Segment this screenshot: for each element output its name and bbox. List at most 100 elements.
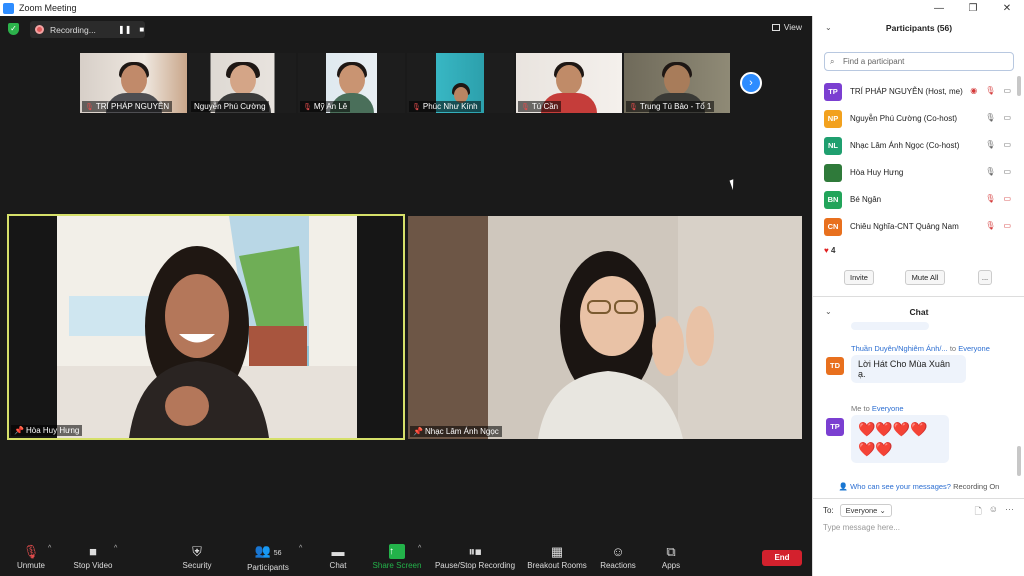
muted-mic-icon: 🎙 [85,103,94,111]
participant-nametag: 🎙 Tú Cần [518,101,562,112]
muted-mic-icon: 🎙 [303,103,312,111]
avatar: NP [824,109,842,128]
pin-icon: 📌 [14,426,24,435]
audio-options-caret-icon[interactable]: ^ [48,545,51,552]
mic-icon: 🎙 [985,167,996,176]
grid-view-icon [771,23,780,31]
security-button[interactable]: ⛨ Security [178,538,216,576]
active-speaker-video[interactable]: 📌 Hòa Huy Hưng [7,214,405,440]
emoji-icon[interactable]: ☺ [989,504,998,520]
reactions-label: Reactions [600,561,636,570]
chevron-down-icon: ⌄ [879,506,886,515]
participant-row[interactable]: TP TRÍ PHÁP NGUYỄN (Host, me) ◉ 🎙 ▭ [813,78,1024,105]
participants-scrollbar[interactable] [1017,76,1021,96]
unmute-button[interactable]: 🎙 Unmute [13,538,49,576]
pause-recording-button[interactable]: ❚❚ [118,25,131,34]
window-title: Zoom Meeting [19,3,77,13]
more-icon[interactable]: ⋯ [1005,504,1014,520]
chat-bubble-icon: ▬ [331,544,345,559]
avatar [824,163,842,182]
recipient-select-value: Everyone [845,506,878,515]
security-label: Security [182,561,212,570]
reactions-smiley-icon: ☺ [611,544,625,559]
recipient-select[interactable]: Everyone ⌄ [839,504,892,517]
participant-name: Bé Ngân [850,195,882,204]
unmute-label: Unmute [16,561,45,570]
video-thumbnail[interactable]: 🎙 TRÍ PHÁP NGUYỄN [80,53,187,113]
file-icon[interactable]: 🗋 [975,504,982,520]
avatar: TD [826,357,844,375]
encryption-shield-icon[interactable]: ✓ [8,23,19,35]
next-page-arrow-icon[interactable]: › [740,72,762,94]
participant-name: Trung Tú Bảo - Tổ 1 [639,102,712,111]
video-thumbnail[interactable]: 🎙 Mỹ An Lê [298,53,405,113]
chat-recipient[interactable]: Everyone [872,404,904,413]
end-meeting-button[interactable]: End [762,550,802,566]
chat-privacy-notice[interactable]: 👤 Who can see your messages? Recording O… [813,482,1024,491]
panel-divider [813,296,1024,297]
participant-nametag: 📌 Nhạc Lâm Ánh Ngọc [410,426,502,437]
share-options-caret-icon[interactable]: ^ [418,545,421,552]
chat-recipient[interactable]: Everyone [958,344,990,353]
person-face [229,65,256,95]
chat-button[interactable]: ▬ Chat [323,538,353,576]
avatar: BN [824,190,842,209]
participant-search-input[interactable]: ⌕ Find a participant [824,52,1014,71]
participant-row[interactable]: Hòa Huy Hưng 🎙 ▭ [813,159,1024,186]
participant-status-icons: 🎙 ▭ [985,194,1011,203]
mouse-cursor-icon [729,177,741,191]
maximize-button[interactable]: ❐ [956,0,990,16]
view-button[interactable]: View [771,22,802,32]
participant-row[interactable]: NL Nhạc Lâm Ánh Ngọc (Co-host) 🎙 ▭ [813,132,1024,159]
chat-bubble-partial [851,322,929,330]
recording-label: Pause/Stop Recording [434,561,516,570]
apps-button[interactable]: ⧉ Apps [657,538,685,576]
chat-message-bubble: Lời Hát Cho Mùa Xuân ạ. [851,355,966,383]
side-panel: ⌄ Participants (56) ⌕ Find a participant… [812,16,1024,576]
video-thumbnail[interactable]: 🎙 Phúc Như Kính [407,53,514,113]
chat-scrollbar[interactable] [1017,446,1021,476]
person-face [664,65,690,95]
breakout-rooms-label: Breakout Rooms [527,561,587,570]
invite-button[interactable]: Invite [844,270,874,285]
recording-indicator: Recording... ❚❚ ■ [30,21,145,38]
mute-all-button[interactable]: Mute All [905,270,945,285]
participant-name: TRÍ PHÁP NGUYỄN [95,102,170,111]
video-thumbnail[interactable]: Nguyễn Phú Cường [189,53,296,113]
chat-message-meta: Thuần Duyên/Nghiêm Ánh/... to Everyone [851,344,990,353]
window-controls: — ❐ ✕ [922,0,1024,16]
participant-name: Nhạc Lâm Ánh Ngọc [424,427,499,436]
search-placeholder: Find a participant [843,57,905,66]
shield-icon: ⛨ [192,544,202,559]
video-camera-icon: ■ [89,544,97,559]
participant-row[interactable]: CN Chiêu Nghĩa-CNT Quảng Nam 🎙 ▭ [813,213,1024,240]
video-thumbnail[interactable]: 🎙 Tú Cần [516,53,622,113]
video-options-caret-icon[interactable]: ^ [114,545,117,552]
pause-stop-recording-button[interactable]: ⏸⏹ Pause/Stop Recording [433,538,517,576]
stop-video-button[interactable]: ■ Stop Video [70,538,116,576]
participant-row[interactable]: BN Bé Ngân 🎙 ▭ [813,186,1024,213]
pause-stop-icon: ⏸⏹ [468,544,482,559]
chat-message-input[interactable]: Type message here... [823,523,900,532]
participants-options-caret-icon[interactable]: ^ [299,545,302,552]
reactions-button[interactable]: ☺ Reactions [598,538,638,576]
mic-icon: 🎙 [985,113,996,122]
participants-button[interactable]: 👥 56 Participants [243,538,293,576]
participant-name: Phúc Như Kính [422,102,478,111]
participants-label: Participants [247,562,289,572]
minimize-button[interactable]: — [922,0,956,16]
apps-label: Apps [661,561,681,570]
video-thumbnail[interactable]: 🎙 Trung Tú Bảo - Tổ 1 [624,53,730,113]
participant-video[interactable]: 📌 Nhạc Lâm Ánh Ngọc [408,216,802,439]
participant-row[interactable]: NP Nguyễn Phú Cường (Co-host) 🎙 ▭ [813,105,1024,132]
participants-count: 56 [273,549,282,557]
chat-sender[interactable]: Thuần Duyên/Nghiêm Ánh/... [851,344,948,353]
to-label: To: [823,506,834,515]
participant-status-icons: 🎙 ▭ [985,113,1011,122]
participant-nametag: 🎙 Phúc Như Kính [409,101,481,112]
stop-recording-button[interactable]: ■ [139,25,144,34]
close-button[interactable]: ✕ [990,0,1024,16]
breakout-rooms-button[interactable]: ▦ Breakout Rooms [525,538,589,576]
more-options-button[interactable]: ... [978,270,992,285]
share-screen-button[interactable]: ↑ Share Screen [371,538,423,576]
